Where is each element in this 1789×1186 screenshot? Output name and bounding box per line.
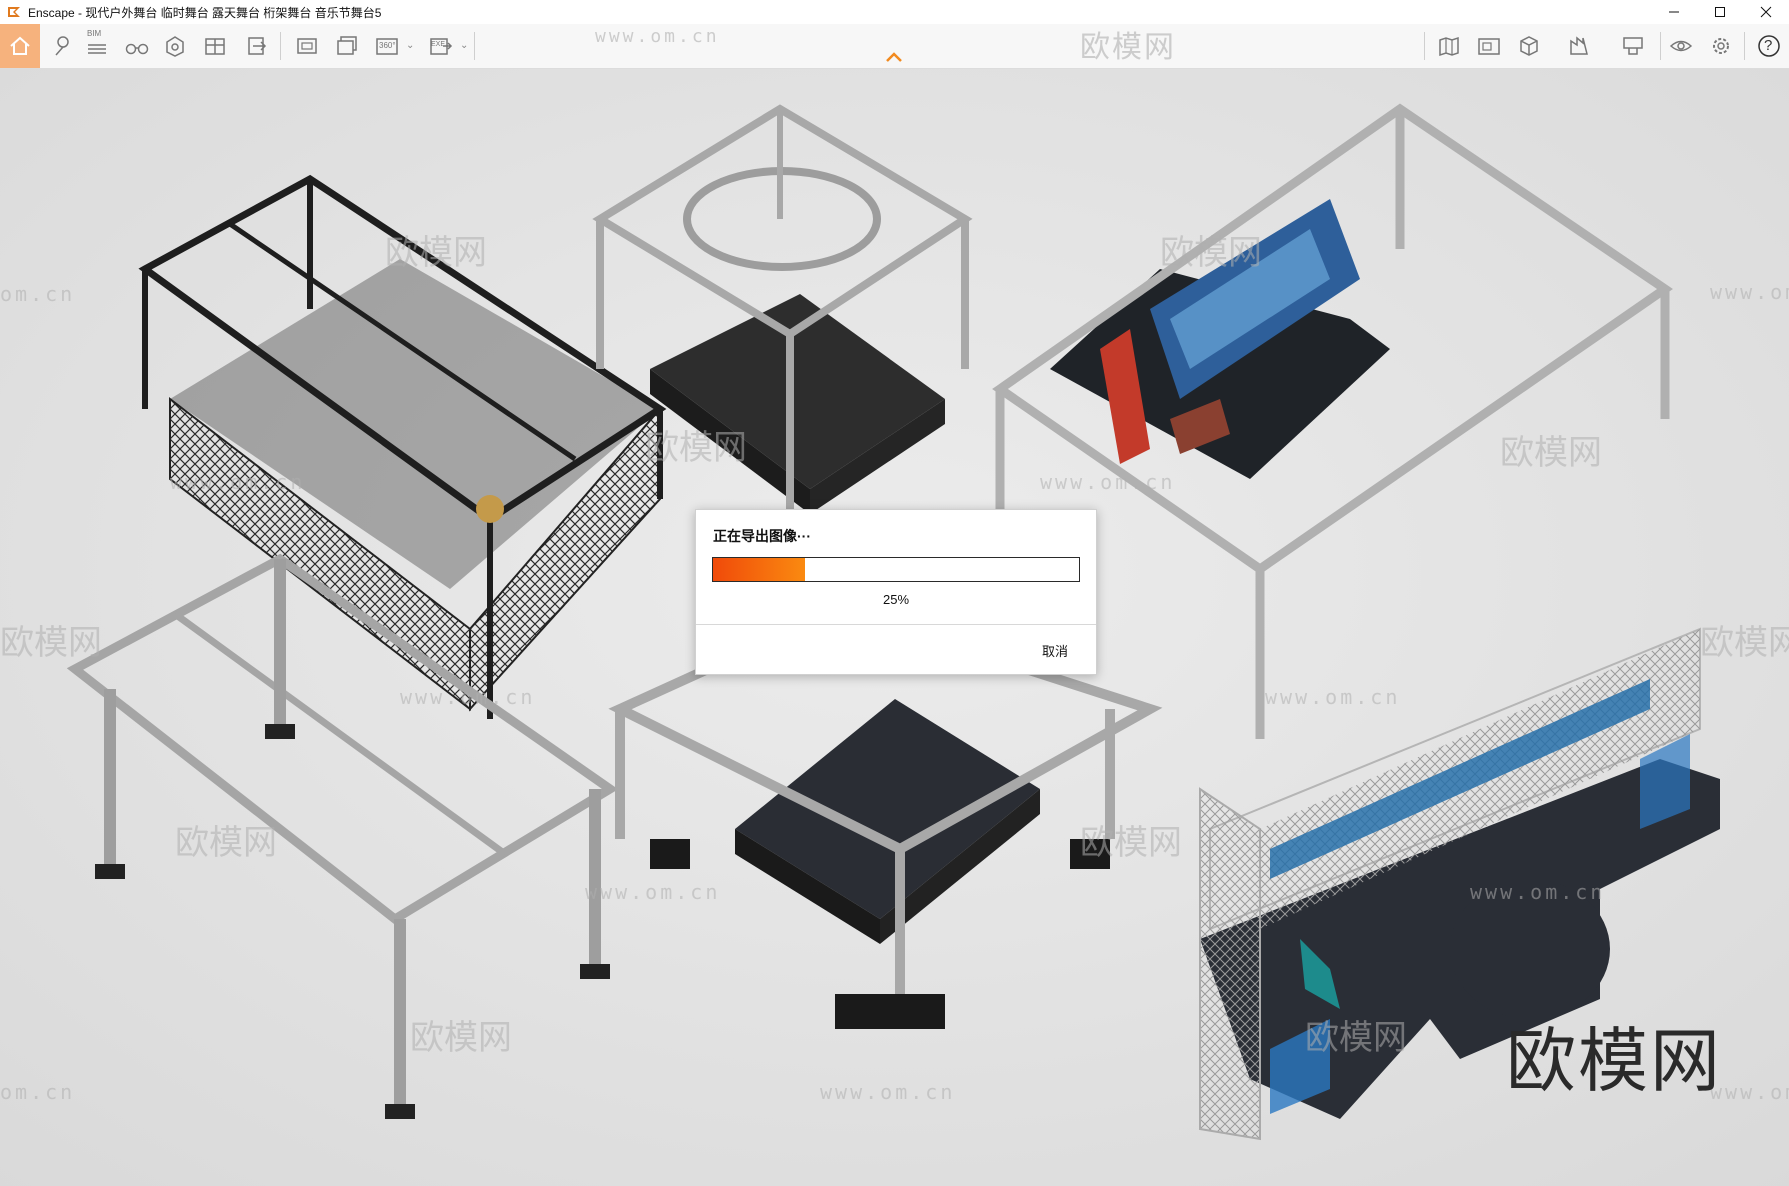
collapse-chevron-icon[interactable] [884, 50, 904, 64]
watermark-brand: 欧模网 [1305, 1018, 1407, 1058]
progress-percent: 25% [882, 592, 910, 607]
export-progress-dialog: 正在导出图像··· 25% 取消 [695, 509, 1097, 675]
watermark-url: www.om.cn [595, 26, 720, 47]
watermark-url: www.om.cn [1470, 880, 1605, 904]
enscape-logo-icon [8, 7, 20, 17]
cancel-button[interactable]: 取消 [1042, 641, 1068, 660]
watermark-url: www.om.cn [1040, 470, 1175, 494]
minimize-button[interactable] [1651, 0, 1697, 24]
video-editor-icon [1478, 38, 1500, 55]
location-button[interactable] [44, 30, 78, 62]
pano-label: 360° [379, 41, 396, 50]
watermark-brand: 欧模网 [385, 233, 487, 273]
toolbar-separator [474, 32, 475, 60]
asset-library-icon [166, 36, 184, 57]
maximize-icon [1715, 7, 1725, 17]
watermark-url: www.om.cn [400, 685, 535, 709]
export-icon [248, 37, 267, 55]
progress-bar-fill [713, 558, 805, 581]
visibility-button[interactable] [1664, 30, 1698, 62]
screenshot-button[interactable] [290, 30, 324, 62]
chevron-down-icon[interactable]: ⌄ [406, 40, 414, 51]
bim-label: BIM [87, 29, 102, 38]
maximize-button[interactable] [1697, 0, 1743, 24]
close-icon [1760, 6, 1772, 18]
section-icon [1570, 36, 1588, 55]
toolbar-separator [1660, 32, 1661, 60]
window-title: Enscape - 现代户外舞台 临时舞台 露天舞台 桁架舞台 音乐节舞台5 [28, 5, 382, 20]
toolbar: BIM 360° ⌄ EXE ⌄ www.om.cn 欧模网 ? [0, 24, 1789, 69]
watermark-brand: 欧模网 [1160, 233, 1262, 273]
watermark-brand: 欧模网 [645, 428, 747, 468]
watermark-url: www.om.cn [1710, 280, 1789, 304]
home-button[interactable] [0, 24, 40, 68]
window-controls [1651, 0, 1789, 24]
exe-label: EXE [431, 41, 446, 48]
visibility-icon [1669, 40, 1693, 52]
map-icon [1439, 36, 1459, 57]
big-watermark: 欧模网 [1506, 1020, 1722, 1102]
toolbar-separator [1424, 32, 1425, 60]
cube-button[interactable] [1512, 30, 1546, 62]
map-button[interactable] [1432, 30, 1466, 62]
watermark-brand: 欧模网 [0, 623, 102, 663]
watermark-domain-fragment: om.cn [0, 282, 75, 306]
screenshot-icon [297, 38, 317, 54]
panorama-button[interactable]: 360° [370, 30, 404, 62]
watermark-url: www.om.cn [585, 880, 720, 904]
location-pin-icon [55, 36, 69, 56]
cube-icon [1520, 36, 1538, 56]
batch-render-button[interactable] [330, 30, 364, 62]
material-editor-button[interactable] [198, 30, 232, 62]
toolbar-separator [280, 32, 281, 60]
asset-library-button[interactable] [158, 30, 192, 62]
watermark-url: www.om.cn [820, 1080, 955, 1104]
settings-icon [1713, 38, 1729, 54]
section-button[interactable] [1562, 30, 1596, 62]
chevron-down-icon[interactable]: ⌄ [460, 40, 468, 51]
help-label: ? [1764, 37, 1773, 54]
watermark-url: www.om.cn [170, 470, 305, 494]
watermark-domain-fragment: om.cn [0, 1080, 75, 1104]
progress-bar [712, 557, 1080, 582]
chart-settings-icon [1623, 37, 1643, 55]
watermark-brand: 欧模网 [1700, 623, 1789, 663]
watermark-brand: 欧模网 [1080, 30, 1176, 65]
minimize-icon [1669, 11, 1679, 13]
help-button[interactable]: ? [1752, 30, 1786, 62]
video-editor-button[interactable] [1472, 30, 1506, 62]
material-editor-icon [205, 38, 225, 55]
watermark-brand: 欧模网 [410, 1018, 512, 1058]
dialog-title: 正在导出图像··· [713, 528, 811, 544]
binoculars-icon [125, 43, 149, 55]
home-icon [10, 36, 30, 55]
chart-settings-button[interactable] [1616, 30, 1650, 62]
watermark-brand: 欧模网 [175, 823, 277, 863]
settings-button[interactable] [1704, 30, 1738, 62]
title-bar: Enscape - 现代户外舞台 临时舞台 露天舞台 桁架舞台 音乐节舞台5 [0, 0, 1789, 24]
binoculars-button[interactable] [120, 30, 154, 62]
bim-button[interactable]: BIM [80, 29, 114, 62]
exe-export-button[interactable]: EXE [424, 30, 458, 62]
export-button[interactable] [240, 30, 274, 62]
watermark-url: www.om.cn [1265, 685, 1400, 709]
toolbar-separator [1744, 32, 1745, 60]
watermark-brand: 欧模网 [1080, 823, 1182, 863]
dialog-divider [696, 624, 1096, 625]
close-button[interactable] [1743, 0, 1789, 24]
batch-render-icon [337, 36, 357, 55]
watermark-brand: 欧模网 [1500, 433, 1602, 473]
